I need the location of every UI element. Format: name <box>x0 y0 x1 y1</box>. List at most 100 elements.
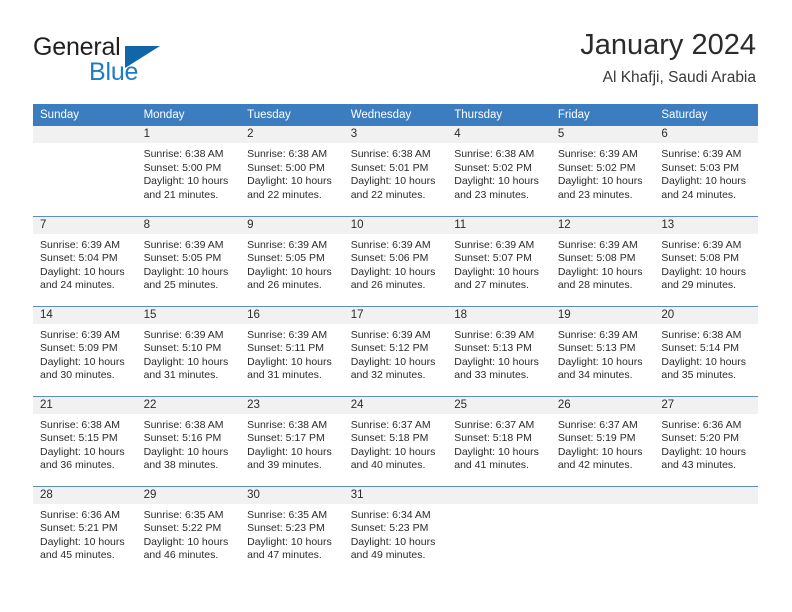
sunset-text: Sunset: 5:05 PM <box>247 252 325 265</box>
calendar-day-cell[interactable]: 10 Sunrise: 6:39 AM Sunset: 5:06 PM Dayligh… <box>343 215 448 306</box>
calendar-day-cell[interactable]: 13 Sunrise: 6:39 AM Sunset: 5:08 PM Dayligh… <box>654 215 758 306</box>
weekday-header-wednesday: Wednesday <box>343 104 448 126</box>
day-number: 1 <box>136 126 241 143</box>
calendar-day-cell[interactable]: 7 Sunrise: 6:39 AM Sunset: 5:04 PM Daylight… <box>33 215 137 306</box>
general-blue-logo[interactable]: General Blue <box>33 33 263 89</box>
calendar-cell-empty <box>447 485 551 576</box>
sunrise-text: Sunrise: 6:39 AM <box>247 238 328 251</box>
calendar-day-cell[interactable]: 3 Sunrise: 6:38 AM Sunset: 5:01 PM Daylight… <box>343 126 448 216</box>
day-details: Sunrise: 6:39 AM Sunset: 5:04 PM Daylight:… <box>33 234 137 293</box>
calendar-day-cell[interactable]: 14 Sunrise: 6:39 AM Sunset: 5:09 PM Dayligh… <box>33 305 137 396</box>
day-number: 22 <box>136 396 241 414</box>
day-details: Sunrise: 6:38 AM Sunset: 5:17 PM Daylight:… <box>240 414 344 473</box>
calendar-day-cell[interactable]: 15 Sunrise: 6:39 AM Sunset: 5:10 PM Dayligh… <box>136 305 241 396</box>
calendar-day-cell[interactable]: 20 Sunrise: 6:38 AM Sunset: 5:14 PM Dayligh… <box>654 305 758 396</box>
daylight-text-line1: Daylight: 10 hours <box>661 355 747 368</box>
daylight-text-line1: Daylight: 10 hours <box>247 445 332 458</box>
daylight-text-line2: and 24 minutes. <box>661 188 737 201</box>
sunset-text: Sunset: 5:02 PM <box>454 161 532 174</box>
calendar-day-cell[interactable]: 18 Sunrise: 6:39 AM Sunset: 5:13 PM Dayligh… <box>447 305 551 396</box>
daylight-text-line2: and 47 minutes. <box>247 549 322 562</box>
calendar-day-cell[interactable]: 28 Sunrise: 6:36 AM Sunset: 5:21 PM Dayligh… <box>33 485 137 576</box>
calendar-day-cell[interactable]: 19 Sunrise: 6:39 AM Sunset: 5:13 PM Dayligh… <box>550 305 655 396</box>
calendar-cell-empty <box>33 126 137 216</box>
sunset-text: Sunset: 5:14 PM <box>661 342 740 355</box>
sunrise-text: Sunrise: 6:39 AM <box>557 238 638 251</box>
calendar-day-cell[interactable]: 22 Sunrise: 6:38 AM Sunset: 5:16 PM Dayligh… <box>136 395 241 486</box>
calendar-day-cell[interactable]: 25 Sunrise: 6:37 AM Sunset: 5:18 PM Dayligh… <box>447 395 551 486</box>
daylight-text-line1: Daylight: 10 hours <box>350 535 436 548</box>
calendar-day-cell[interactable]: 26 Sunrise: 6:37 AM Sunset: 5:19 PM Dayligh… <box>550 395 655 486</box>
calendar-cell-empty <box>550 485 655 576</box>
weekday-header-monday: Monday <box>136 104 241 126</box>
sunrise-text: Sunrise: 6:39 AM <box>40 238 120 251</box>
sunset-text: Sunset: 5:20 PM <box>661 432 740 445</box>
day-details: Sunrise: 6:37 AM Sunset: 5:19 PM Daylight:… <box>551 414 655 473</box>
calendar-day-cell[interactable]: 4 Sunrise: 6:38 AM Sunset: 5:02 PM Daylight… <box>447 126 551 216</box>
calendar-day-cell[interactable]: 23 Sunrise: 6:38 AM Sunset: 5:17 PM Dayligh… <box>240 395 344 486</box>
calendar-body: 1 Sunrise: 6:38 AM Sunset: 5:00 PM Daylight… <box>33 126 758 576</box>
calendar-day-cell[interactable]: 5 Sunrise: 6:39 AM Sunset: 5:02 PM Daylight… <box>550 126 655 216</box>
daylight-text-line2: and 22 minutes. <box>247 188 322 201</box>
sunset-text: Sunset: 5:11 PM <box>247 342 324 355</box>
calendar-day-cell[interactable]: 9 Sunrise: 6:39 AM Sunset: 5:05 PM Daylight… <box>240 215 344 306</box>
day-details: Sunrise: 6:39 AM Sunset: 5:09 PM Daylight:… <box>33 324 137 383</box>
daylight-text-line2: and 28 minutes. <box>557 279 633 292</box>
sunrise-text: Sunrise: 6:39 AM <box>661 148 742 160</box>
daylight-text-line2: and 38 minutes. <box>143 459 219 472</box>
day-number: 15 <box>136 306 241 324</box>
day-number: 10 <box>343 216 448 234</box>
sunrise-text: Sunrise: 6:39 AM <box>661 238 742 251</box>
day-details: Sunrise: 6:39 AM Sunset: 5:12 PM Daylight:… <box>344 324 448 383</box>
daylight-text-line1: Daylight: 10 hours <box>454 445 539 458</box>
daylight-text-line1: Daylight: 10 hours <box>40 535 125 548</box>
sunrise-text: Sunrise: 6:37 AM <box>350 418 431 431</box>
daylight-text-line1: Daylight: 10 hours <box>247 355 332 368</box>
daylight-text-line2: and 36 minutes. <box>40 459 115 472</box>
calendar-day-cell[interactable]: 17 Sunrise: 6:39 AM Sunset: 5:12 PM Dayligh… <box>343 305 448 396</box>
calendar-day-cell[interactable]: 29 Sunrise: 6:35 AM Sunset: 5:22 PM Dayligh… <box>136 485 241 576</box>
calendar-day-cell[interactable]: 8 Sunrise: 6:39 AM Sunset: 5:05 PM Daylight… <box>136 215 241 306</box>
sunset-text: Sunset: 5:07 PM <box>454 252 532 265</box>
sunset-text: Sunset: 5:23 PM <box>350 522 429 535</box>
calendar-day-cell[interactable]: 12 Sunrise: 6:39 AM Sunset: 5:08 PM Dayligh… <box>550 215 655 306</box>
day-details: Sunrise: 6:39 AM Sunset: 5:05 PM Daylight:… <box>137 234 241 293</box>
sunset-text: Sunset: 5:19 PM <box>557 432 636 445</box>
day-details: Sunrise: 6:39 AM Sunset: 5:05 PM Daylight:… <box>240 234 344 293</box>
calendar-day-cell[interactable]: 1 Sunrise: 6:38 AM Sunset: 5:00 PM Daylight… <box>136 126 241 216</box>
daylight-text-line1: Daylight: 10 hours <box>661 445 747 458</box>
calendar-day-cell[interactable]: 6 Sunrise: 6:39 AM Sunset: 5:03 PM Daylight… <box>654 126 758 216</box>
sunset-text: Sunset: 5:12 PM <box>350 342 429 355</box>
day-number: 20 <box>654 306 758 324</box>
calendar-day-cell[interactable]: 21 Sunrise: 6:38 AM Sunset: 5:15 PM Dayligh… <box>33 395 137 486</box>
day-details: Sunrise: 6:39 AM Sunset: 5:08 PM Daylight:… <box>551 234 655 293</box>
sunrise-text: Sunrise: 6:35 AM <box>247 508 328 521</box>
day-number: 3 <box>343 126 448 143</box>
calendar-day-cell[interactable]: 2 Sunrise: 6:38 AM Sunset: 5:00 PM Daylight… <box>240 126 344 216</box>
sunset-text: Sunset: 5:03 PM <box>661 161 740 174</box>
day-details: Sunrise: 6:38 AM Sunset: 5:14 PM Daylight:… <box>654 324 758 383</box>
calendar-day-cell[interactable]: 16 Sunrise: 6:39 AM Sunset: 5:11 PM Dayligh… <box>240 305 344 396</box>
weekday-header-tuesday: Tuesday <box>240 104 344 126</box>
day-details: Sunrise: 6:38 AM Sunset: 5:00 PM Daylight:… <box>137 143 241 202</box>
sunset-text: Sunset: 5:21 PM <box>40 522 118 535</box>
day-number <box>447 486 551 504</box>
sunset-text: Sunset: 5:08 PM <box>661 252 740 265</box>
calendar-day-cell[interactable]: 30 Sunrise: 6:35 AM Sunset: 5:23 PM Dayligh… <box>240 485 344 576</box>
daylight-text-line2: and 32 minutes. <box>350 369 426 382</box>
daylight-text-line2: and 29 minutes. <box>661 279 737 292</box>
daylight-text-line1: Daylight: 10 hours <box>247 535 332 548</box>
day-number: 5 <box>550 126 655 143</box>
calendar-day-cell[interactable]: 24 Sunrise: 6:37 AM Sunset: 5:18 PM Dayligh… <box>343 395 448 486</box>
sunrise-text: Sunrise: 6:38 AM <box>247 148 328 160</box>
calendar-day-cell[interactable]: 31 Sunrise: 6:34 AM Sunset: 5:23 PM Dayligh… <box>343 485 448 576</box>
day-details: Sunrise: 6:37 AM Sunset: 5:18 PM Daylight:… <box>344 414 448 473</box>
calendar-day-cell[interactable]: 11 Sunrise: 6:39 AM Sunset: 5:07 PM Dayligh… <box>447 215 551 306</box>
daylight-text-line1: Daylight: 10 hours <box>661 265 747 278</box>
sunset-text: Sunset: 5:08 PM <box>557 252 636 265</box>
sunrise-text: Sunrise: 6:39 AM <box>350 328 431 341</box>
daylight-text-line2: and 40 minutes. <box>350 459 426 472</box>
calendar-day-cell[interactable]: 27 Sunrise: 6:36 AM Sunset: 5:20 PM Dayligh… <box>654 395 758 486</box>
day-details: Sunrise: 6:36 AM Sunset: 5:21 PM Daylight:… <box>33 504 137 563</box>
day-details: Sunrise: 6:38 AM Sunset: 5:00 PM Daylight:… <box>240 143 344 202</box>
